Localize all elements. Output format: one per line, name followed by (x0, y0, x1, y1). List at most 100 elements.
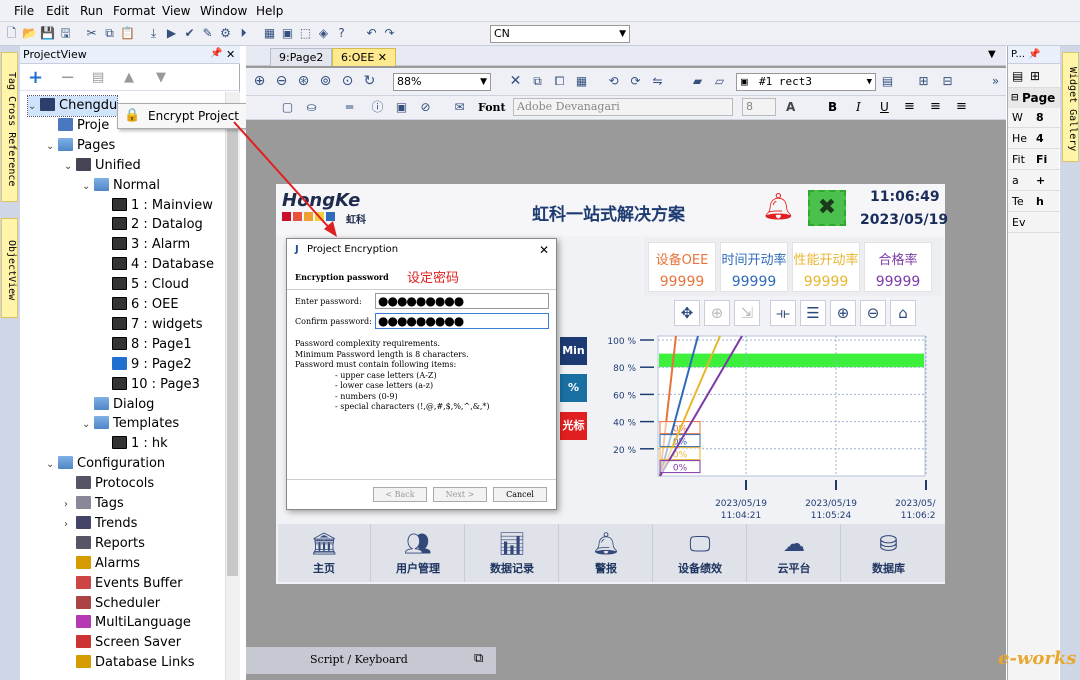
tab-page2[interactable]: 9:Page2 (270, 48, 333, 66)
fill-icon[interactable]: ⛀ (304, 100, 319, 115)
tree-item[interactable]: 1 : Mainview (100, 196, 213, 216)
tree-item[interactable]: Alarms (64, 554, 140, 574)
undo-icon[interactable]: ↶ (364, 26, 379, 41)
zoom-fit-icon[interactable]: ⊛ (296, 74, 311, 89)
tools-icon[interactable]: ✎ (200, 26, 215, 41)
menu-view[interactable]: View (162, 4, 190, 18)
events-icon[interactable]: ⊞ (1030, 69, 1040, 83)
objectview-tab[interactable]: ObjectView (1, 218, 18, 318)
underline-icon[interactable]: U (880, 100, 889, 114)
rectangle-icon[interactable]: ▢ (280, 100, 295, 115)
widget-gallery-tab[interactable]: Widget Gallery (1062, 52, 1079, 162)
paste-icon[interactable]: 📋 (120, 26, 135, 41)
object-select[interactable]: ▣ #1 rect3 ▼ (736, 73, 876, 91)
nav-oee[interactable]: 🖵︎ 设备绩效 (654, 524, 747, 582)
expand-icon[interactable]: ⌄ (64, 157, 76, 177)
menu-file[interactable]: File (14, 4, 34, 18)
tree-item[interactable]: Scheduler (64, 594, 160, 614)
align-center-icon[interactable]: ≡ (930, 99, 941, 114)
percent-button[interactable]: % (560, 374, 587, 402)
rotate-right-icon[interactable]: ⟳ (628, 74, 643, 89)
tree-item[interactable]: Dialog (82, 395, 154, 415)
layout-icon[interactable]: ▣ (280, 26, 295, 41)
italic-icon[interactable]: I (856, 100, 861, 114)
nav-alarm[interactable]: 🔔︎ 警报 (560, 524, 653, 582)
delete-icon[interactable]: ✕ (508, 74, 523, 89)
tree-item[interactable]: Events Buffer (64, 574, 183, 594)
tree-item[interactable]: ⌄ Templates (82, 414, 179, 434)
rotate-icon[interactable]: ↻ (362, 74, 377, 89)
zoom-area-icon[interactable]: ⊕ (704, 300, 730, 326)
tree-item[interactable]: 4 : Database (100, 255, 214, 275)
nav-cloud[interactable]: ☁︎ 云平台 (748, 524, 841, 582)
tree-item[interactable]: Protocols (64, 474, 154, 494)
move-up-icon[interactable]: ▲ (124, 70, 134, 85)
new-file-icon[interactable]: 🗋 (4, 26, 19, 41)
list-icon[interactable]: ☰ (800, 300, 826, 326)
flip-icon[interactable]: ⇋ (650, 74, 665, 89)
tree-item[interactable]: 1 : hk (100, 434, 168, 454)
select-icon[interactable]: ⬚ (298, 26, 313, 41)
zoom-out-icon[interactable]: ⊖ (860, 300, 886, 326)
property-row[interactable]: Te h (1008, 192, 1060, 212)
cancel-button[interactable]: Cancel (493, 487, 547, 502)
grid-icon[interactable]: ▦ (262, 26, 277, 41)
tree-item[interactable]: ⌄ Configuration (46, 454, 165, 474)
tag-icon[interactable]: ◈ (316, 26, 331, 41)
zoom-out-icon[interactable]: ⊖ (274, 74, 289, 89)
tree-item[interactable]: ⌄ Chengdu (26, 95, 119, 117)
save-icon[interactable]: 💾 (40, 26, 55, 41)
property-row[interactable]: a + (1008, 171, 1060, 191)
tree-item[interactable]: 8 : Page1 (100, 335, 192, 355)
menu-edit[interactable]: Edit (46, 4, 69, 18)
remove-icon[interactable]: − (60, 67, 75, 88)
home-icon[interactable]: ⌂ (890, 300, 916, 326)
rotate-left-icon[interactable]: ⟲ (606, 74, 621, 89)
align-right-icon[interactable]: ≡ (956, 99, 967, 114)
font-select[interactable]: Adobe Devanagari (513, 98, 733, 116)
tree-item[interactable]: MultiLanguage (64, 613, 191, 633)
tree-item[interactable]: › Trends (64, 514, 137, 534)
confirm-password-field[interactable]: ●●●●●●●●● (375, 313, 549, 329)
pin-icon[interactable]: 📌 (1028, 49, 1040, 60)
check-icon[interactable]: ✔ (182, 26, 197, 41)
zoom-select[interactable]: 88% ▼ (393, 73, 491, 91)
copy-icon[interactable]: ⧉ (102, 26, 117, 41)
zoom-axis-icon[interactable]: ⇲ (734, 300, 760, 326)
cursor-button[interactable]: 光标 (560, 412, 587, 440)
save-all-icon[interactable]: 🖫 (58, 26, 73, 41)
nav-database[interactable]: ⛁ 数据库 (842, 524, 935, 582)
cut-icon[interactable]: ✂ (84, 26, 99, 41)
font-color-icon[interactable]: A (786, 100, 795, 114)
redo-icon[interactable]: ↷ (382, 26, 397, 41)
tree-item[interactable]: 3 : Alarm (100, 235, 190, 255)
tree-item[interactable]: 9 : Page2 (100, 355, 192, 375)
tag-cross-reference-tab[interactable]: Tag Cross Reference (1, 52, 18, 202)
tree-item[interactable]: ⌄ Unified (64, 156, 141, 176)
tree-item[interactable]: 5 : Cloud (100, 275, 189, 295)
property-row[interactable]: Ev (1008, 213, 1060, 233)
cursor-icon[interactable]: ⟛ (770, 300, 796, 326)
close-icon[interactable]: ✕ (539, 243, 549, 257)
align-left-icon[interactable]: ≡ (904, 99, 915, 114)
expand-icon[interactable]: ⌄ (46, 455, 58, 475)
expand-icon[interactable]: ⌄ (82, 415, 94, 435)
debug-icon[interactable]: ⚙ (218, 26, 233, 41)
tree-item[interactable]: Reports (64, 534, 145, 554)
expand-icon[interactable]: › (64, 495, 76, 515)
zoom-select-icon[interactable]: ⊙ (340, 74, 355, 89)
align-icon[interactable]: ⊞ (916, 74, 931, 89)
download-icon[interactable]: ⤓ (146, 26, 161, 41)
menu-help[interactable]: Help (256, 4, 283, 18)
add-icon[interactable]: + (28, 67, 43, 88)
line-icon[interactable]: ═ (342, 100, 357, 115)
run-icon[interactable]: ▶ (164, 26, 179, 41)
menu-run[interactable]: Run (80, 4, 103, 18)
page-group-header[interactable]: ⊟ Page (1008, 88, 1060, 108)
tree-item[interactable]: › Tags (64, 494, 124, 514)
tree-item[interactable]: 2 : Datalog (100, 215, 203, 235)
image-icon[interactable]: ▣ (394, 100, 409, 115)
tree-item[interactable]: Database Links (64, 653, 195, 673)
layout-icon[interactable]: ▤ (880, 74, 895, 89)
restore-icon[interactable]: ⧉ (474, 651, 483, 666)
